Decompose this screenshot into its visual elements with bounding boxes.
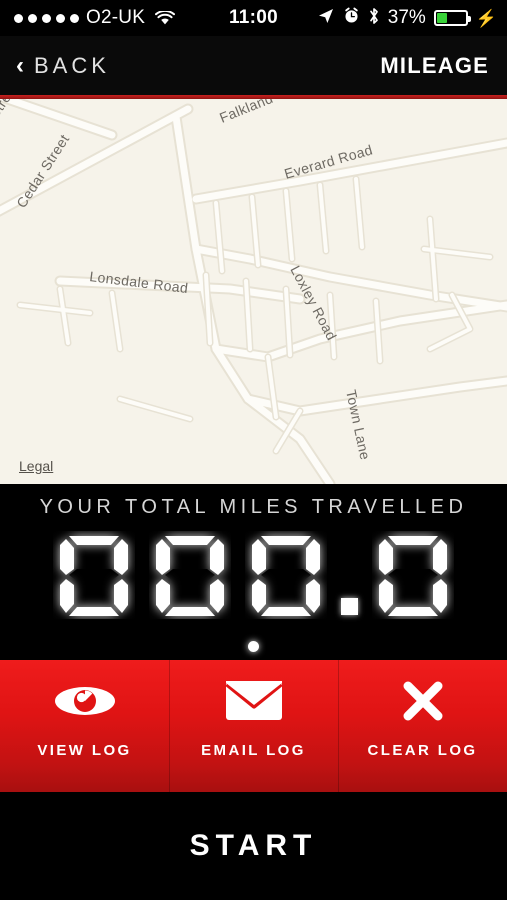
back-button-label: BACK (34, 52, 110, 78)
chevron-left-icon: ‹ (16, 51, 24, 79)
street-label: Lonsdale Road (89, 268, 190, 296)
location-arrow-icon (317, 7, 335, 30)
eye-icon (53, 666, 117, 736)
navigation-bar: ‹ BACK MILEAGE (0, 36, 507, 95)
app-screen: O2-UK 11:00 37% ⚡ ‹ BACK MILEAGE Street … (0, 0, 507, 900)
clear-log-label: CLEAR LOG (367, 742, 478, 759)
odometer-panel: YOUR TOTAL MILES TRAVELLED (0, 484, 507, 660)
alarm-clock-icon (343, 7, 360, 29)
battery-percentage: 37% (387, 7, 426, 28)
battery-icon (433, 10, 471, 26)
odometer-display (0, 531, 507, 619)
action-button-row: VIEW LOG EMAIL LOG CLEAR LOG (0, 660, 507, 792)
email-log-label: EMAIL LOG (201, 742, 306, 759)
status-bar: O2-UK 11:00 37% ⚡ (0, 0, 507, 36)
map-view[interactable]: t Street Cedar Street Falkland Everard R… (0, 99, 507, 484)
close-x-icon (401, 666, 445, 736)
email-log-button[interactable]: EMAIL LOG (169, 660, 338, 792)
clear-log-button[interactable]: CLEAR LOG (338, 660, 507, 792)
start-button-label: START (189, 829, 318, 862)
page-title: MILEAGE (380, 52, 489, 78)
seven-segment-digit (53, 531, 135, 619)
status-bar-right: 37% ⚡ (317, 7, 497, 30)
view-log-label: VIEW LOG (37, 742, 132, 759)
legal-link[interactable]: Legal (19, 458, 53, 474)
street-label: Falkland (217, 99, 275, 126)
map-roads: t Street Cedar Street Falkland Everard R… (0, 99, 507, 484)
odometer-title: YOUR TOTAL MILES TRAVELLED (39, 496, 468, 518)
seven-segment-digit (372, 531, 454, 619)
back-button[interactable]: ‹ BACK (16, 53, 110, 79)
envelope-icon (224, 666, 283, 736)
page-indicator-dot[interactable] (248, 641, 259, 652)
bluetooth-icon (368, 7, 380, 30)
decimal-point (341, 598, 358, 615)
seven-segment-digit (245, 531, 327, 619)
lightning-bolt-icon: ⚡ (475, 8, 497, 28)
seven-segment-digit (149, 531, 231, 619)
start-button[interactable]: START (0, 792, 507, 900)
view-log-button[interactable]: VIEW LOG (0, 660, 169, 792)
page-indicator[interactable] (0, 641, 507, 652)
